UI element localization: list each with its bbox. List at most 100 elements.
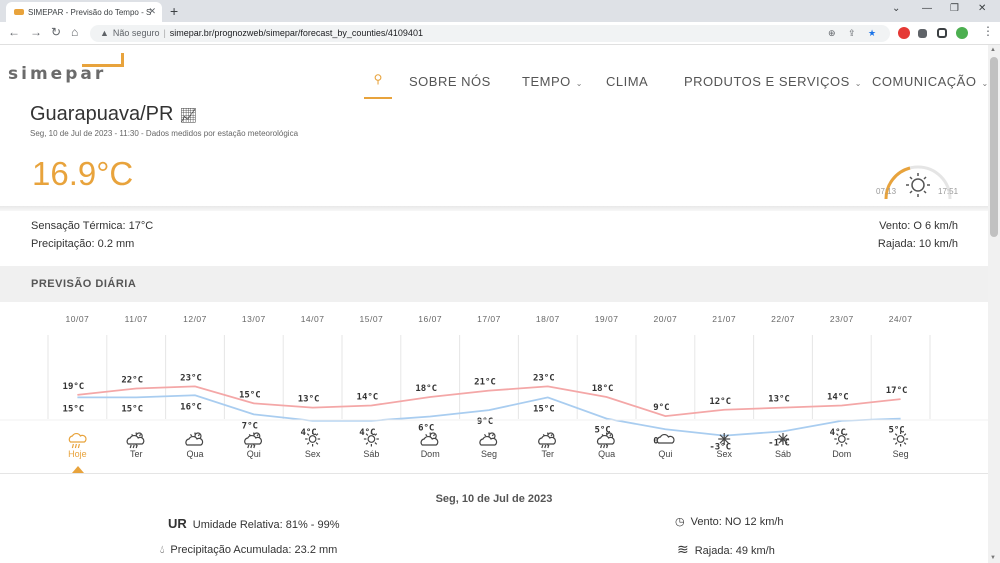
back-icon[interactable]: ← bbox=[8, 25, 20, 39]
bookmark-star-icon[interactable]: ★ bbox=[868, 28, 876, 39]
forecast-day-14[interactable]: Seg bbox=[871, 430, 930, 466]
gust: Rajada: 10 km/h bbox=[877, 238, 958, 250]
max-temp-label: 23°C bbox=[180, 373, 202, 383]
max-temp-label: 23°C bbox=[533, 373, 555, 383]
section-divider bbox=[0, 206, 988, 211]
wind: Vento: O 6 km/h bbox=[879, 220, 958, 232]
chevron-down-icon: ⌄ bbox=[854, 79, 862, 88]
new-tab-icon[interactable]: + bbox=[170, 3, 178, 19]
forecast-date: 16/07 bbox=[418, 314, 442, 324]
forecast-day-1[interactable]: Ter bbox=[107, 430, 166, 466]
nav-item-label: COMUNICAÇÃO bbox=[872, 74, 977, 89]
max-temp-label: 15°C bbox=[239, 390, 261, 400]
city-title: Guarapuava/PR 📈︎ bbox=[30, 103, 197, 126]
side-panel-icon[interactable] bbox=[937, 28, 947, 38]
share-icon[interactable]: ⇪ bbox=[848, 28, 856, 39]
forecast-date: 13/07 bbox=[242, 314, 266, 324]
forecast-date: 22/07 bbox=[771, 314, 795, 324]
reload-icon[interactable]: ↻ bbox=[51, 25, 61, 39]
home-icon[interactable]: ⌂ bbox=[71, 25, 78, 39]
forecast-date: 21/07 bbox=[712, 314, 736, 324]
close-window-icon[interactable]: ✕ bbox=[978, 3, 986, 14]
forecast-day-12[interactable]: Sáb bbox=[754, 430, 813, 466]
forecast-day-10[interactable]: Qui bbox=[636, 430, 695, 466]
maximize-icon[interactable]: ❐ bbox=[950, 3, 959, 14]
humidity-value: Umidade Relativa: 81% - 99% bbox=[192, 519, 340, 531]
forecast-day-label: Seg bbox=[893, 449, 909, 459]
minimize-icon[interactable]: — bbox=[922, 3, 932, 14]
forecast-day-2[interactable]: Qua bbox=[166, 430, 225, 466]
daily-forecast-title: PREVISÃO DIÁRIA bbox=[31, 278, 137, 290]
precip-accumulated-value: Precipitação Acumulada: 23.2 mm bbox=[170, 544, 338, 556]
daily-forecast-header: PREVISÃO DIÁRIA bbox=[0, 266, 988, 302]
browser-tab[interactable]: SIMEPAR - Previsão do Tempo - S ✕ bbox=[6, 2, 162, 22]
min-temp-label: 9°C bbox=[477, 417, 493, 427]
simepar-logo[interactable]: simepar bbox=[8, 53, 126, 84]
forecast-day-6[interactable]: Dom bbox=[401, 430, 460, 466]
forecast-date: 18/07 bbox=[536, 314, 560, 324]
min-temp-label: 15°C bbox=[533, 404, 555, 414]
nav-item-tempo[interactable]: TEMPO ⌄ bbox=[522, 74, 583, 89]
max-temp-label: 22°C bbox=[121, 376, 143, 386]
scroll-up-icon[interactable]: ▲ bbox=[990, 47, 996, 53]
forecast-day-3[interactable]: Qui bbox=[224, 430, 283, 466]
forecast-date: 15/07 bbox=[360, 314, 384, 324]
forecast-day-label: Sáb bbox=[363, 449, 379, 459]
detail-gust-value: Rajada: 49 km/h bbox=[694, 545, 775, 557]
max-temp-label: 9°C bbox=[653, 403, 669, 413]
zoom-icon[interactable]: ⊕ bbox=[828, 28, 836, 39]
scroll-thumb[interactable] bbox=[990, 57, 998, 237]
search-icon: ⚲ bbox=[373, 72, 383, 86]
forecast-day-13[interactable]: Dom bbox=[812, 430, 871, 466]
forecast-day-11[interactable]: Sex bbox=[695, 430, 754, 466]
forecast-date: 23/07 bbox=[830, 314, 854, 324]
browser-chrome: SIMEPAR - Previsão do Tempo - S ✕ + ⌄ — … bbox=[0, 0, 1000, 45]
profile-avatar-icon[interactable] bbox=[956, 27, 968, 39]
max-temp-label: 21°C bbox=[474, 378, 496, 388]
sunset-time: 17:51 bbox=[938, 187, 959, 196]
city-name: Guarapuava/PR bbox=[30, 103, 174, 125]
forecast-day-4[interactable]: Sex bbox=[283, 430, 342, 466]
forecast-date: 20/07 bbox=[654, 314, 678, 324]
extensions-puzzle-icon[interactable] bbox=[918, 29, 927, 38]
menu-dots-icon[interactable]: ⋮ bbox=[982, 24, 994, 38]
nav-item-label: CLIMA bbox=[606, 74, 649, 89]
forward-icon[interactable]: → bbox=[30, 25, 42, 39]
trend-chart-icon[interactable]: 📈︎ bbox=[179, 107, 197, 123]
precip-accumulated: 💧︎ Precipitação Acumulada: 23.2 mm bbox=[160, 544, 337, 557]
forecast-day-label: Sex bbox=[305, 449, 321, 459]
opera-extension-icon[interactable] bbox=[898, 27, 910, 39]
nav-item-sobre-nós[interactable]: SOBRE NÓS bbox=[409, 74, 491, 89]
logo-text: simepar bbox=[8, 64, 107, 84]
nav-item-label: TEMPO bbox=[522, 74, 571, 89]
scrollbar[interactable]: ▲ ▼ bbox=[988, 45, 1000, 563]
forecast-day-0[interactable]: Hoje bbox=[48, 430, 107, 466]
close-tab-icon[interactable]: ✕ bbox=[148, 6, 156, 17]
nav-item-clima[interactable]: CLIMA bbox=[606, 74, 648, 89]
min-temp-label: 7°C bbox=[242, 421, 258, 431]
forecast-day-9[interactable]: Qua bbox=[577, 430, 636, 466]
detail-wind-value: Vento: NO 12 km/h bbox=[690, 516, 784, 528]
wind-gust-icon: ≋ bbox=[677, 541, 689, 557]
scroll-down-icon[interactable]: ▼ bbox=[990, 555, 996, 561]
forecast-day-7[interactable]: Seg bbox=[460, 430, 519, 466]
nav-item-comunicação[interactable]: COMUNICAÇÃO ⌄ bbox=[872, 74, 988, 89]
observation-date: Seg, 10 de Jul de 2023 - 11:30 - Dados m… bbox=[30, 129, 299, 138]
address-bar[interactable]: ▲ Não seguro | simepar.br/prognozweb/simepa… bbox=[90, 25, 890, 42]
forecast-day-8[interactable]: Ter bbox=[518, 430, 577, 466]
forecast-date: 12/07 bbox=[183, 314, 207, 324]
tab-search-icon[interactable]: ⌄ bbox=[892, 3, 900, 14]
section-divider bbox=[0, 473, 988, 474]
max-temp-label: 17°C bbox=[886, 386, 908, 396]
current-temperature: 16.9°C bbox=[32, 155, 134, 192]
sunrise-time: 07:13 bbox=[876, 187, 897, 196]
max-temp-label: 12°C bbox=[709, 397, 731, 407]
forecast-date: 17/07 bbox=[477, 314, 501, 324]
forecast-day-5[interactable]: Sáb bbox=[342, 430, 401, 466]
max-temp-label: 19°C bbox=[63, 382, 85, 392]
search-button[interactable]: ⚲ bbox=[364, 63, 392, 99]
frost-icon bbox=[777, 433, 789, 445]
tab-bar: SIMEPAR - Previsão do Tempo - S ✕ + ⌄ — … bbox=[0, 0, 1000, 22]
nav-item-produtos-e-serviços[interactable]: PRODUTOS E SERVIÇOS ⌄ bbox=[684, 74, 862, 89]
max-temp-label: 18°C bbox=[592, 384, 614, 394]
